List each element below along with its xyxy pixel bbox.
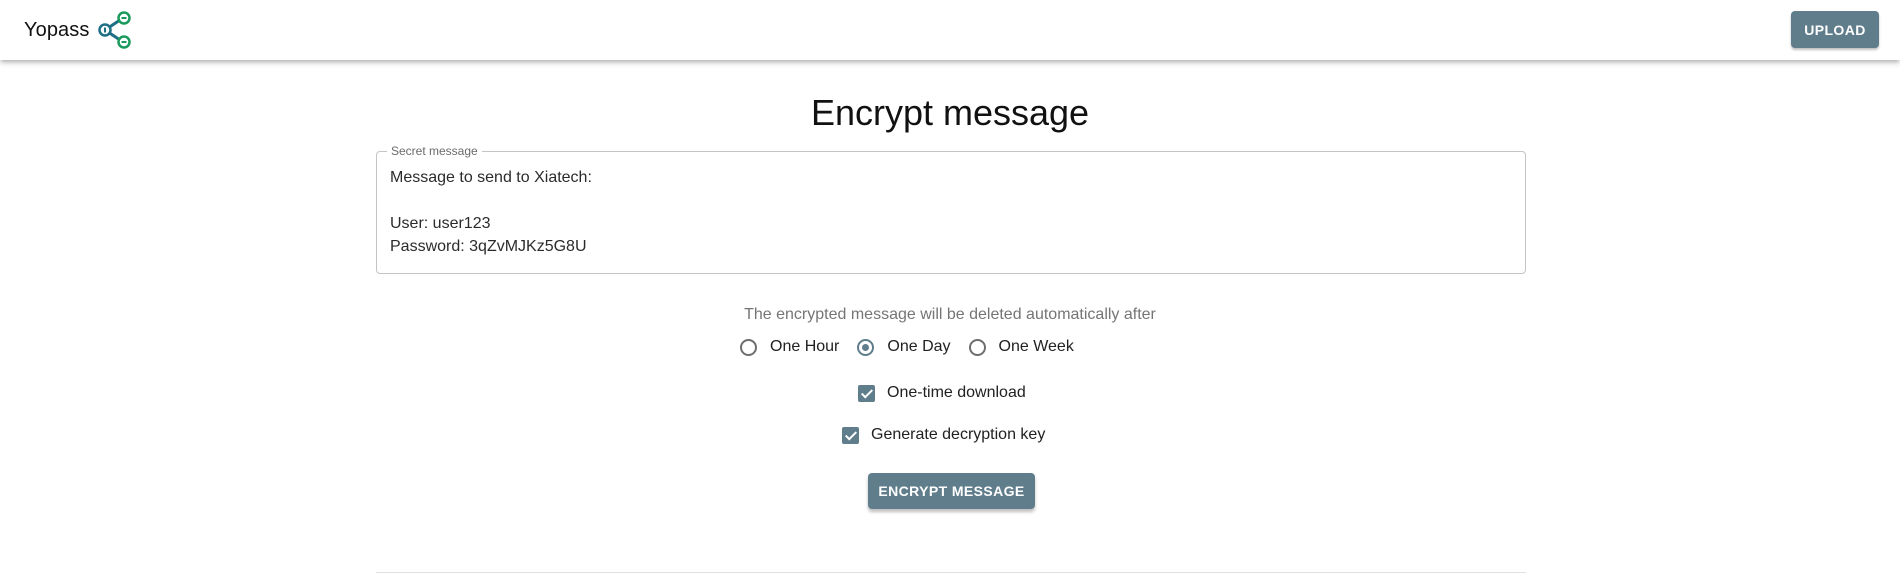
brand-name: Yopass (24, 18, 90, 41)
one-time-download-label: One-time download (887, 384, 1026, 401)
encrypt-message-button[interactable]: ENCRYPT MESSAGE (868, 473, 1035, 509)
radio-one-week-label: One Week (998, 338, 1074, 355)
secret-message-field[interactable]: Secret message Message to send to Xiatec… (376, 143, 1526, 274)
one-time-download-checkbox[interactable]: One-time download (858, 381, 1026, 405)
share-key-icon (98, 11, 132, 49)
radio-one-day[interactable]: One Day (857, 338, 951, 356)
checkbox-checked-icon[interactable] (842, 426, 859, 444)
app-bar: Yopass UPLOAD (0, 0, 1900, 60)
radio-one-hour-circle[interactable] (740, 338, 757, 356)
upload-button[interactable]: UPLOAD (1791, 11, 1879, 48)
radio-one-hour-label: One Hour (770, 338, 840, 355)
brand[interactable]: Yopass (24, 8, 133, 52)
generate-key-checkbox[interactable]: Generate decryption key (842, 423, 1045, 447)
radio-one-week-circle[interactable] (968, 338, 986, 356)
page-title: Encrypt message (810, 92, 1090, 133)
radio-one-week[interactable]: One Week (968, 338, 1074, 356)
radio-one-hour[interactable]: One Hour (740, 338, 839, 356)
checkbox-checked-icon[interactable] (858, 384, 875, 402)
divider (376, 572, 1526, 573)
expiration-radio-group: One Hour One Day One Week (740, 334, 1092, 360)
radio-one-day-circle[interactable] (857, 338, 875, 356)
secret-message-textarea[interactable]: Message to send to Xiatech: User: user12… (390, 166, 1510, 266)
secret-message-label: Secret message (387, 143, 482, 159)
generate-key-label: Generate decryption key (871, 426, 1046, 443)
expiration-label: The encrypted message will be deleted au… (744, 306, 1156, 323)
radio-one-day-label: One Day (887, 338, 951, 355)
